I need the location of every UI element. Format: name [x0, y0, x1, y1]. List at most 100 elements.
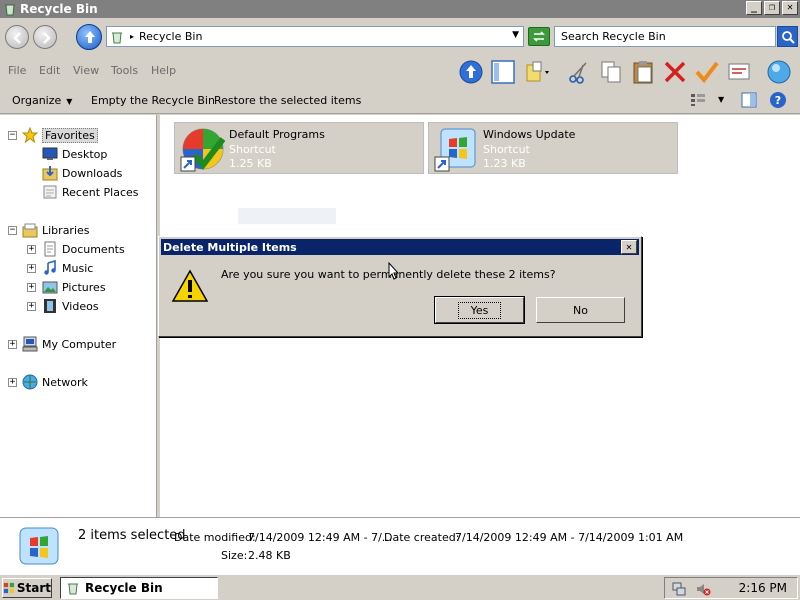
- nav-label: Pictures: [62, 280, 106, 294]
- clock: 2:16 PM: [738, 581, 787, 595]
- address-dropdown-icon[interactable]: ▼: [512, 30, 519, 40]
- up-button[interactable]: [76, 24, 102, 50]
- menu-edit[interactable]: Edit: [39, 64, 60, 77]
- file-type: Shortcut: [483, 143, 530, 156]
- recycle-bin-icon: [5, 4, 15, 16]
- nav-item-favorites[interactable]: Favorites: [22, 127, 98, 143]
- change-view-icon[interactable]: [690, 93, 706, 107]
- dialog-title: Delete Multiple Items: [163, 240, 297, 254]
- properties-icon[interactable]: [726, 59, 752, 85]
- computer-icon: [22, 336, 38, 352]
- documents-expand-toggle[interactable]: +: [27, 245, 36, 254]
- music-expand-toggle[interactable]: +: [27, 264, 36, 273]
- menu-view[interactable]: View: [73, 64, 99, 77]
- nav-item-downloads[interactable]: Downloads: [42, 165, 122, 181]
- copy-icon[interactable]: [598, 59, 624, 85]
- restore-selected-button[interactable]: Restore the selected items: [214, 94, 361, 107]
- empty-recycle-bin-button[interactable]: Empty the Recycle Bin: [91, 94, 215, 107]
- nav-item-videos[interactable]: Videos: [42, 298, 99, 314]
- nav-item-desktop[interactable]: Desktop: [42, 146, 107, 162]
- organize-button[interactable]: Organize ▼: [12, 94, 72, 107]
- dialog-title-bar[interactable]: Delete Multiple Items ✕: [161, 239, 639, 255]
- videos-expand-toggle[interactable]: +: [27, 302, 36, 311]
- start-button[interactable]: Start: [2, 578, 52, 598]
- help-icon[interactable]: ?: [769, 91, 787, 109]
- yes-label: Yes: [457, 301, 502, 319]
- nav-item-music[interactable]: Music: [42, 260, 93, 276]
- desktop-icon: [42, 147, 58, 160]
- network-tray-icon[interactable]: [671, 581, 687, 597]
- file-type: Shortcut: [229, 143, 276, 156]
- undo-checkmark-icon[interactable]: [694, 59, 720, 85]
- computer-expand-toggle[interactable]: +: [8, 340, 17, 349]
- file-tile-windows-update[interactable]: Windows Update Shortcut 1.23 KB: [428, 122, 678, 174]
- no-button[interactable]: No: [536, 297, 625, 323]
- chevron-down-icon: ▼: [66, 97, 73, 106]
- menu-tools[interactable]: Tools: [111, 64, 138, 77]
- nav-label: Libraries: [42, 223, 90, 237]
- start-label: Start: [16, 581, 51, 595]
- windows-flag-icon: [3, 582, 15, 594]
- recycle-bin-icon: [112, 32, 122, 43]
- breadcrumb-location[interactable]: Recycle Bin: [139, 30, 202, 43]
- yes-button[interactable]: Yes: [434, 296, 525, 324]
- file-size: 1.23 KB: [483, 157, 526, 170]
- file-name: Windows Update: [483, 128, 576, 141]
- nav-item-documents[interactable]: Documents: [42, 241, 125, 257]
- delete-icon[interactable]: [662, 59, 688, 85]
- search-input[interactable]: Search Recycle Bin: [554, 26, 776, 47]
- nav-label: Desktop: [62, 147, 108, 161]
- forward-button[interactable]: [33, 25, 57, 49]
- menu-bar: File Edit View Tools Help: [0, 56, 800, 86]
- svg-text:?: ?: [775, 94, 781, 107]
- volume-muted-icon[interactable]: [695, 581, 711, 597]
- preview-pane-icon[interactable]: [741, 92, 757, 108]
- views-icon[interactable]: [524, 59, 550, 85]
- music-note-icon: [44, 260, 56, 275]
- nav-item-recent-places[interactable]: Recent Places: [42, 184, 139, 200]
- favorites-collapse-toggle[interactable]: −: [8, 131, 17, 140]
- nav-item-libraries[interactable]: Libraries: [22, 222, 90, 238]
- network-globe-icon: [22, 374, 38, 390]
- folders-pane-icon[interactable]: [490, 59, 516, 85]
- taskbar: Start Recycle Bin 2:16 PM: [0, 574, 800, 600]
- up-folder-icon[interactable]: [458, 59, 484, 85]
- window-title-bar[interactable]: Recycle Bin _ ❐ ✕: [0, 0, 800, 18]
- close-button[interactable]: ✕: [782, 1, 798, 15]
- file-tile-default-programs[interactable]: Default Programs Shortcut 1.25 KB: [174, 122, 424, 174]
- nav-label: Music: [62, 261, 94, 275]
- maximize-button[interactable]: ❐: [764, 1, 780, 15]
- refresh-icon: [533, 31, 545, 42]
- nav-label: Documents: [62, 242, 125, 256]
- network-expand-toggle[interactable]: +: [8, 378, 17, 387]
- nav-label: My Computer: [42, 337, 117, 351]
- pictures-expand-toggle[interactable]: +: [27, 283, 36, 292]
- back-arrow-icon: [13, 32, 21, 44]
- nav-label: Network: [42, 375, 88, 389]
- windows-update-icon: [434, 128, 476, 172]
- search-button[interactable]: [777, 26, 798, 47]
- menu-help[interactable]: Help: [151, 64, 176, 77]
- refresh-button[interactable]: [528, 27, 550, 46]
- libraries-collapse-toggle[interactable]: −: [8, 226, 17, 235]
- menu-file[interactable]: File: [8, 64, 26, 77]
- nav-item-pictures[interactable]: Pictures: [42, 279, 106, 295]
- back-button[interactable]: [5, 25, 29, 49]
- address-row: ▸ Recycle Bin ▼ Search Recycle Bin: [0, 18, 800, 56]
- dialog-close-button[interactable]: ✕: [621, 240, 637, 254]
- minimize-button[interactable]: _: [746, 1, 762, 15]
- address-bar[interactable]: ▸ Recycle Bin ▼: [106, 26, 524, 47]
- paste-icon[interactable]: [630, 59, 656, 85]
- nav-item-my-computer[interactable]: My Computer: [22, 336, 116, 352]
- windows-update-icon: [19, 527, 59, 565]
- recycle-bin-icon: [68, 583, 78, 595]
- delete-confirmation-dialog: Delete Multiple Items ✕ Are you sure you…: [158, 236, 642, 337]
- breadcrumb-arrow-icon[interactable]: ▸: [130, 32, 134, 41]
- view-options-chevron-icon[interactable]: ▼: [718, 95, 724, 104]
- windows-globe-icon[interactable]: [766, 59, 792, 85]
- taskbar-item-recycle-bin[interactable]: Recycle Bin: [60, 577, 218, 599]
- downloads-folder-icon: [42, 166, 58, 181]
- nav-item-network[interactable]: Network: [22, 374, 88, 390]
- cut-icon[interactable]: [566, 59, 592, 85]
- window-title: Recycle Bin: [20, 2, 98, 16]
